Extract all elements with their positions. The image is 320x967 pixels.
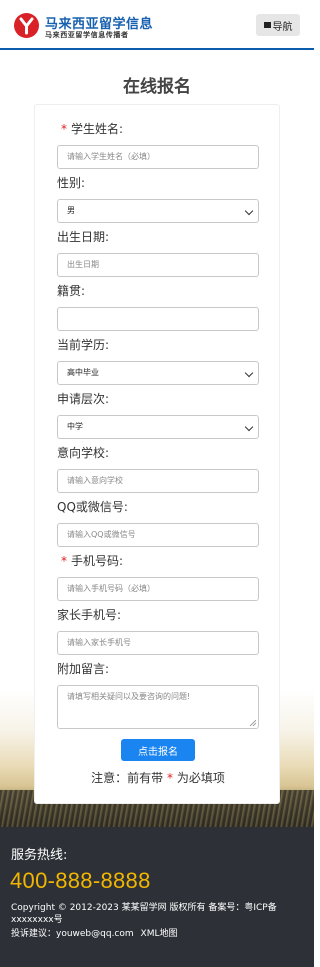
signup-form: * 学生姓名: 请输入学生姓名（必填） 性别: 男 出生日期: 出生日期 籍贯: … xyxy=(34,104,280,804)
site-footer: 服务热线: 400-888-8888 Copyright © 2012-2023… xyxy=(0,827,314,967)
message-textarea[interactable]: 请填写相关疑问以及要咨询的问题! xyxy=(57,685,259,729)
field-qq: QQ或微信号: 请输入QQ或微信号 xyxy=(57,499,259,547)
required-mark: * xyxy=(61,554,67,568)
resize-grip-icon[interactable] xyxy=(250,720,256,726)
menu-icon xyxy=(263,22,271,28)
field-message: 附加留言: 请填写相关疑问以及要咨询的问题! xyxy=(57,661,259,729)
school-label: 意向学校: xyxy=(57,446,110,460)
message-label: 附加留言: xyxy=(57,662,110,676)
field-birth: 出生日期: 出生日期 xyxy=(57,229,259,277)
name-label: * 学生姓名: xyxy=(61,122,124,136)
field-gender: 性别: 男 xyxy=(57,175,259,223)
field-hometown: 籍贯: xyxy=(57,283,259,331)
field-level: 申请层次: 中学 xyxy=(57,391,259,439)
submit-button[interactable]: 点击报名 xyxy=(121,739,195,761)
hotline-number[interactable]: 400-888-8888 xyxy=(10,868,151,894)
gender-select[interactable]: 男 xyxy=(57,199,259,223)
site-header: 马来西亚留学信息 马来西亚留学信息传播者 导航 xyxy=(0,0,314,50)
phone-label: * 手机号码: xyxy=(61,554,124,568)
required-mark: * xyxy=(61,122,67,136)
qq-label: QQ或微信号: xyxy=(57,500,128,514)
qq-input[interactable]: 请输入QQ或微信号 xyxy=(57,523,259,547)
phone-input[interactable]: 请输入手机号码（必填） xyxy=(57,577,259,601)
chevron-down-icon xyxy=(244,368,254,378)
field-parent-phone: 家长手机号: 请输入家长手机号 xyxy=(57,607,259,655)
field-name: * 学生姓名: 请输入学生姓名（必填） xyxy=(57,121,259,169)
sitemap-link[interactable]: XML地图 xyxy=(141,929,178,939)
required-note: 注意：前有带 * 为必填项 xyxy=(91,771,225,785)
hometown-input[interactable] xyxy=(57,307,259,331)
nav-label: 导航 xyxy=(272,21,293,33)
name-input[interactable]: 请输入学生姓名（必填） xyxy=(57,145,259,169)
hotline-label: 服务热线: xyxy=(11,848,68,863)
hometown-label: 籍贯: xyxy=(57,284,86,298)
education-select[interactable]: 高中毕业 xyxy=(57,361,259,385)
parent-phone-label: 家长手机号: xyxy=(57,608,122,622)
education-label: 当前学历: xyxy=(57,338,110,352)
chevron-down-icon xyxy=(244,206,254,216)
footer-links: 投诉建议：youweb@qq.com XML地图 xyxy=(11,926,181,939)
field-education: 当前学历: 高中毕业 xyxy=(57,337,259,385)
copyright-text: Copyright © 2012-2023 某某留学网 版权所有 备案号：粤IC… xyxy=(11,903,277,925)
birth-label: 出生日期: xyxy=(57,230,110,244)
complaint-email-link[interactable]: 投诉建议：youweb@qq.com xyxy=(11,929,134,939)
school-input[interactable]: 请输入意向学校 xyxy=(57,469,259,493)
level-select[interactable]: 中学 xyxy=(57,415,259,439)
field-phone: * 手机号码: 请输入手机号码（必填） xyxy=(57,553,259,601)
parent-phone-input[interactable]: 请输入家长手机号 xyxy=(57,631,259,655)
chevron-down-icon xyxy=(244,422,254,432)
field-school: 意向学校: 请输入意向学校 xyxy=(57,445,259,493)
level-label: 申请层次: xyxy=(57,392,110,406)
logo-icon[interactable] xyxy=(14,13,39,38)
site-slogan: 马来西亚留学信息传播者 xyxy=(45,31,129,39)
gender-label: 性别: xyxy=(57,176,86,190)
page-title: 在线报名 xyxy=(123,77,191,97)
birth-date-input[interactable]: 出生日期 xyxy=(57,253,259,277)
nav-menu-button[interactable]: 导航 xyxy=(256,14,300,36)
